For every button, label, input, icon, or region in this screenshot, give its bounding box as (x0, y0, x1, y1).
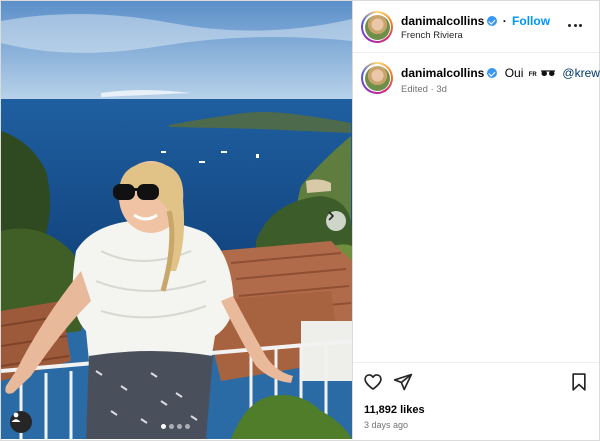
post-header: danimalcollins · Follow French Riviera (353, 1, 599, 53)
bookmark-icon[interactable] (569, 372, 589, 392)
caption-text: Oui (504, 66, 524, 80)
carousel-dot (169, 424, 174, 429)
caption-username-link[interactable]: danimalcollins (401, 66, 484, 80)
likes-count[interactable]: 11,892 likes (364, 404, 425, 416)
more-options-icon (579, 23, 582, 27)
tagged-users-button[interactable] (10, 411, 32, 433)
photo-scene (1, 1, 352, 439)
paper-plane-icon[interactable] (393, 372, 413, 392)
header-user-row: danimalcollins · Follow (401, 14, 550, 28)
post-photo[interactable] (1, 1, 352, 439)
carousel-dot (161, 424, 166, 429)
avatar[interactable] (361, 11, 393, 43)
caption-line: danimalcollins Oui FR @krewe (401, 66, 600, 80)
post-timestamp: 3 days ago (364, 420, 409, 430)
location-link[interactable]: French Riviera (401, 30, 463, 41)
more-options-button[interactable] (568, 18, 586, 32)
username-link[interactable]: danimalcollins (401, 14, 484, 28)
carousel-dot (177, 424, 182, 429)
separator-dot: · (502, 14, 507, 28)
avatar-border (363, 64, 391, 92)
flag-emoji: FR (528, 72, 537, 78)
more-options-icon (573, 23, 577, 27)
action-bar: 11,892 likes 3 days ago (353, 362, 599, 439)
verified-badge-icon (487, 16, 498, 26)
verified-badge-icon (487, 68, 498, 78)
avatar-image (364, 14, 390, 40)
carousel-dot (185, 424, 190, 429)
carousel-next-button[interactable] (326, 211, 346, 231)
chevron-right-icon (328, 211, 334, 221)
mention-link[interactable]: @krewe (562, 66, 600, 80)
avatar-border (363, 13, 391, 41)
user-tag-icon (11, 412, 21, 422)
more-options-icon (568, 23, 571, 27)
heart-icon[interactable] (363, 372, 383, 392)
follow-button[interactable]: Follow (512, 14, 550, 28)
sunglasses-icon (541, 70, 556, 76)
carousel-indicator (161, 424, 190, 429)
caption-avatar[interactable] (361, 62, 393, 94)
caption-meta: Edited · 3d (401, 84, 447, 95)
avatar-image (364, 65, 390, 91)
post-side-panel: danimalcollins · Follow French Riviera d… (352, 1, 600, 439)
